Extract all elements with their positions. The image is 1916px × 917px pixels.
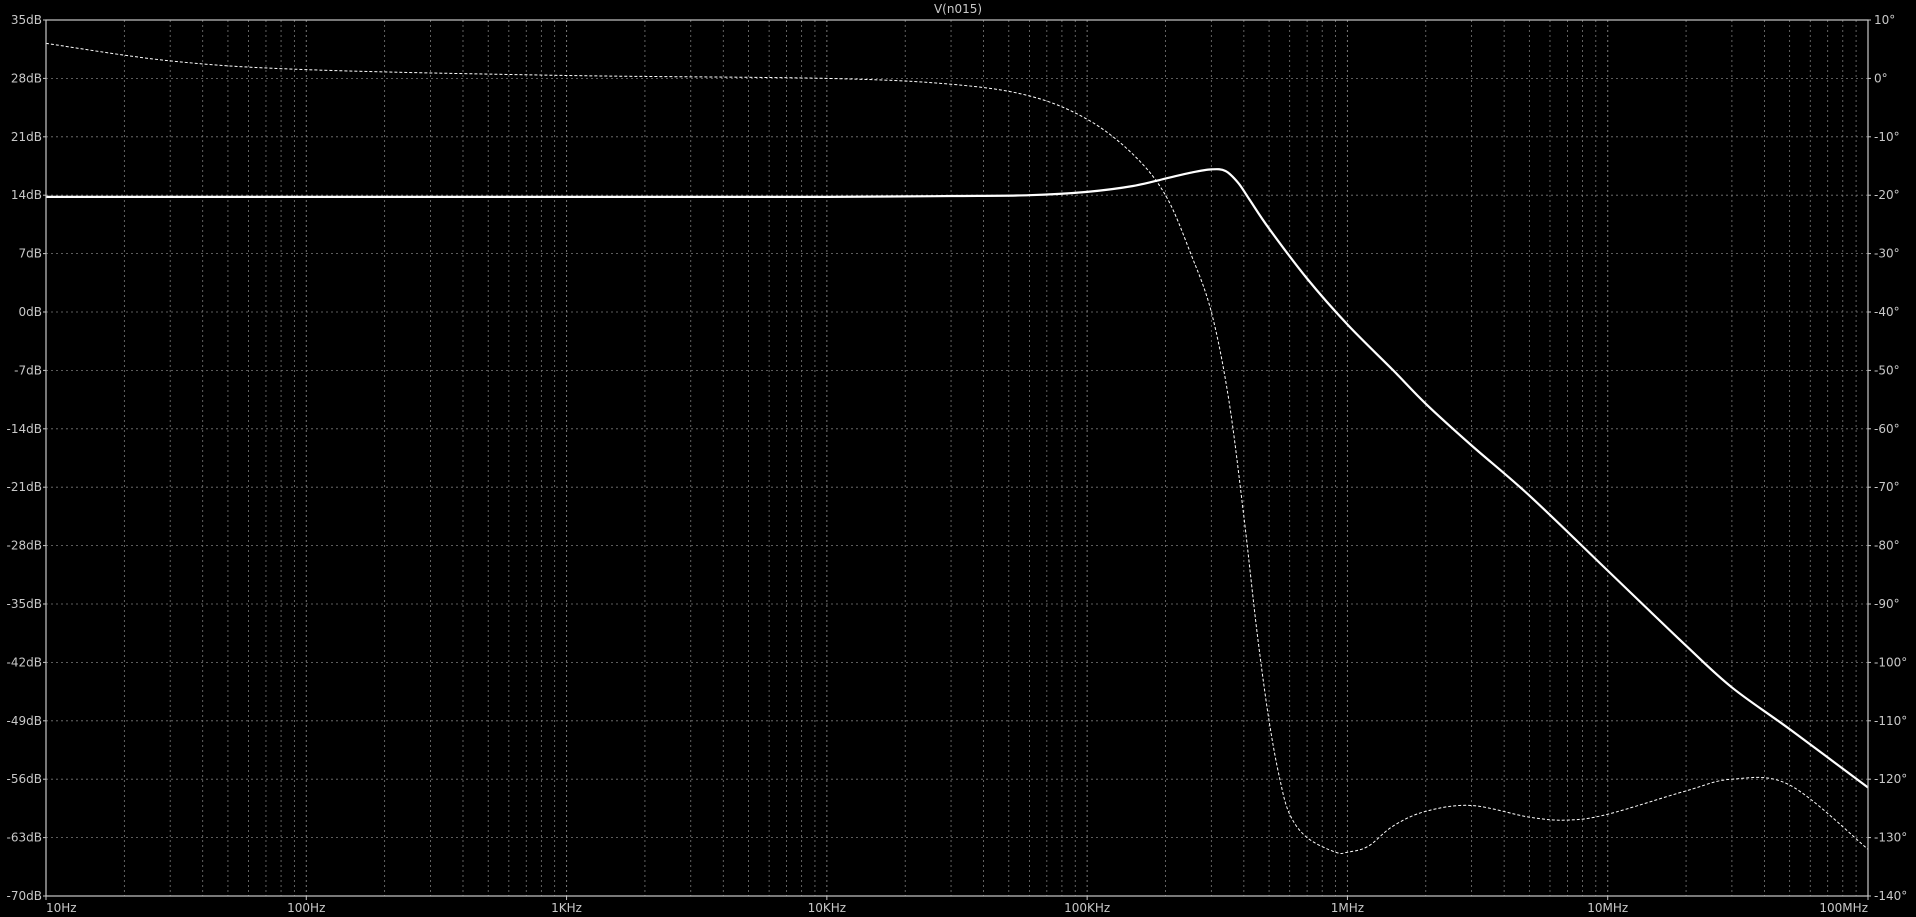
- y-left-tick-label: -28dB: [7, 539, 42, 553]
- x-tick-label: 100KHz: [1064, 901, 1110, 915]
- y-left-tick-label: -7dB: [14, 363, 42, 377]
- y-right-tick-label: -80°: [1874, 539, 1900, 553]
- y-right-tick-label: -20°: [1874, 188, 1900, 202]
- x-tick-label: 100MHz: [1819, 901, 1868, 915]
- chart-title: V(n015): [934, 2, 982, 16]
- y-left-tick-label: 28dB: [11, 71, 42, 85]
- bode-plot: V(n015) 10Hz 100Hz 1KHz 10KHz 100KHz 1MHz 10MH…: [0, 0, 1916, 917]
- y-left-tick-label: 0dB: [19, 305, 42, 319]
- y-left-tick-label: -42dB: [7, 655, 42, 669]
- y-left-tick-label: -14dB: [7, 422, 42, 436]
- x-tick-label: 1MHz: [1331, 901, 1364, 915]
- y-left-tick-label: 14dB: [11, 188, 42, 202]
- y-left-tick-label: -49dB: [7, 714, 42, 728]
- y-right-tick-label: -50°: [1874, 363, 1900, 377]
- y-left-tick-label: -56dB: [7, 772, 42, 786]
- x-tick-label: 1KHz: [551, 901, 582, 915]
- x-tick-label: 10KHz: [808, 901, 846, 915]
- y-right-tick-label: -30°: [1874, 247, 1900, 261]
- y-left-tick-label: -63dB: [7, 831, 42, 845]
- y-right-tick-label: -110°: [1874, 714, 1907, 728]
- y-left-tick-label: 35dB: [11, 13, 42, 27]
- y-right-tick-label: -130°: [1874, 831, 1907, 845]
- y-right-tick-label: -40°: [1874, 305, 1900, 319]
- y-left-tick-label: -21dB: [7, 480, 42, 494]
- y-left-tick-label: 21dB: [11, 130, 42, 144]
- y-right-tick-label: -100°: [1874, 655, 1907, 669]
- y-left-tick-label: -70dB: [7, 889, 42, 903]
- y-right-tick-label: -120°: [1874, 772, 1907, 786]
- y-right-tick-label: -90°: [1874, 597, 1900, 611]
- y-left-tick-label: 7dB: [19, 247, 42, 261]
- y-right-tick-label: 0°: [1874, 71, 1888, 85]
- x-tick-label: 10MHz: [1587, 901, 1628, 915]
- y-right-tick-label: -70°: [1874, 480, 1900, 494]
- y-right-tick-label: 10°: [1874, 13, 1895, 27]
- y-left-tick-label: -35dB: [7, 597, 42, 611]
- x-tick-label: 10Hz: [46, 901, 77, 915]
- y-right-tick-label: -10°: [1874, 130, 1900, 144]
- y-right-tick-label: -60°: [1874, 422, 1900, 436]
- x-tick-label: 100Hz: [287, 901, 325, 915]
- y-right-tick-label: -140°: [1874, 889, 1907, 903]
